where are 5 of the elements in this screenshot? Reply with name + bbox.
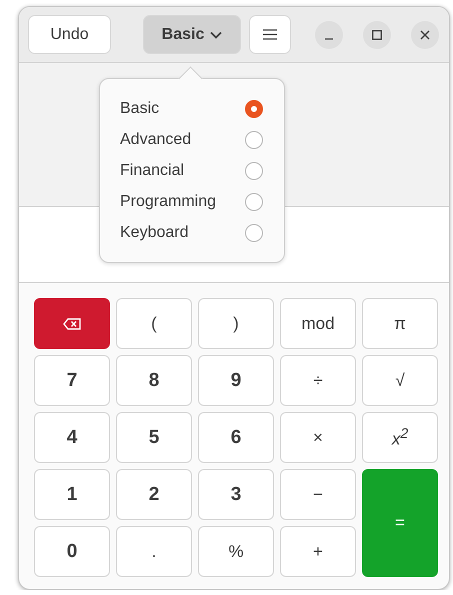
mode-label: Programming: [120, 192, 216, 210]
mode-label: Advanced: [120, 130, 192, 148]
mode-label: Keyboard: [120, 224, 188, 242]
mode-label: Basic: [120, 100, 160, 118]
mode-label: Financial: [120, 162, 184, 180]
